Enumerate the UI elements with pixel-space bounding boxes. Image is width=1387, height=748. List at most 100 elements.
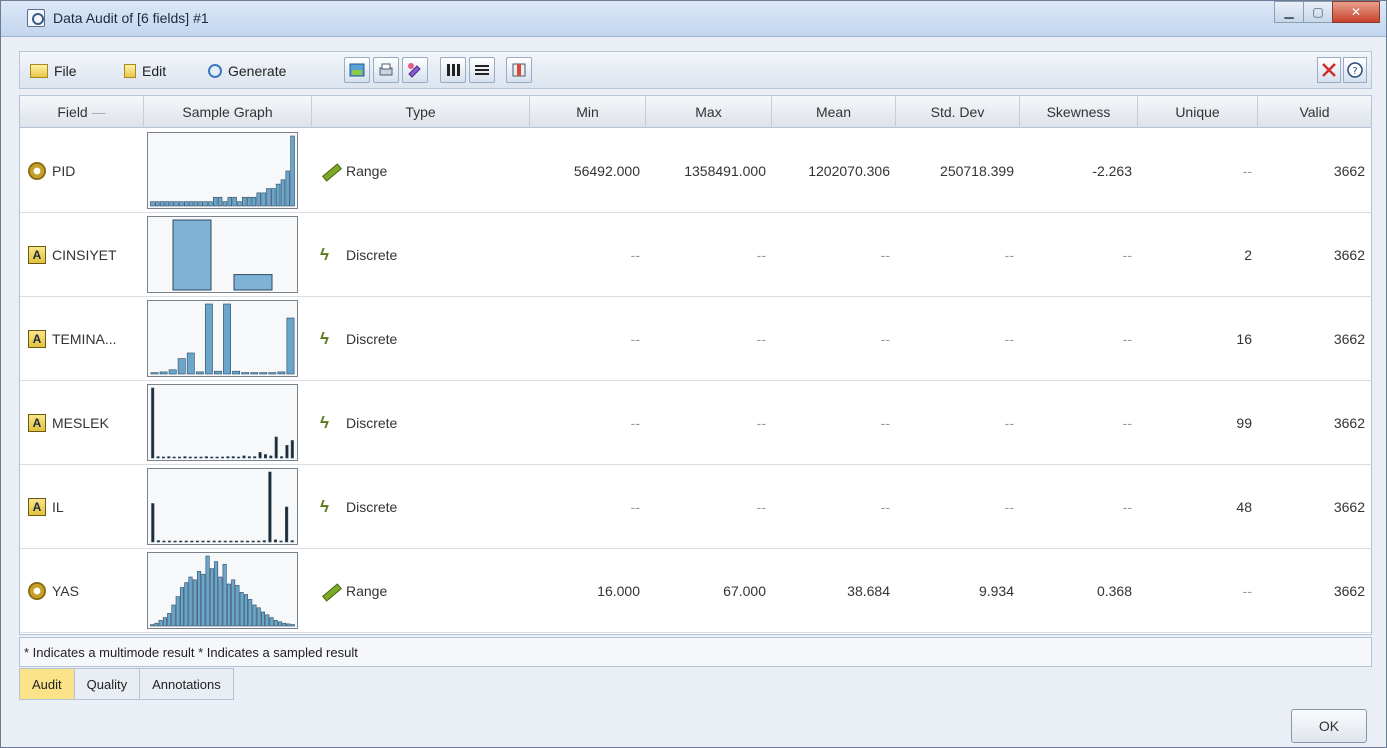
sample-graph-cell[interactable] xyxy=(144,297,312,381)
title-bar: Data Audit of [6 fields] #1 ▁ ▢ ✕ xyxy=(1,1,1386,37)
tab-audit[interactable]: Audit xyxy=(19,668,75,700)
graph-bar xyxy=(247,456,251,459)
skewness-cell: -2.263 xyxy=(1092,163,1132,179)
graph-bar xyxy=(203,201,208,207)
sample-graph-cell[interactable] xyxy=(144,465,312,549)
thumbnail-view-button[interactable] xyxy=(440,57,466,83)
graph-bar xyxy=(174,201,179,207)
sample-graph-chart xyxy=(151,471,294,543)
column-header-std-dev[interactable]: Std. Dev xyxy=(896,96,1020,128)
field-selector-button[interactable] xyxy=(506,57,532,83)
graph-bar xyxy=(201,540,205,543)
max-cell: -- xyxy=(756,415,766,431)
field-cell: A TEMINA... xyxy=(20,297,144,381)
sample-graph-thumbnail[interactable] xyxy=(147,468,298,545)
type-label: Discrete xyxy=(346,499,398,515)
type-label: Discrete xyxy=(346,331,398,347)
edit-icon xyxy=(124,64,136,78)
export-button[interactable] xyxy=(344,57,370,83)
continuous-field-icon xyxy=(28,582,46,600)
sample-graph-thumbnail[interactable] xyxy=(147,216,298,293)
valid-cell: 3662 xyxy=(1333,415,1365,431)
graph-bar xyxy=(179,201,184,207)
graph-bar xyxy=(252,604,257,627)
edit-menu-label: Edit xyxy=(142,63,167,79)
sample-graph-cell[interactable] xyxy=(144,549,312,633)
sample-graph-cell[interactable] xyxy=(144,381,312,465)
edit-graph-button[interactable] xyxy=(402,57,428,83)
graph-bar xyxy=(251,196,257,207)
column-header-min[interactable]: Min xyxy=(530,96,646,128)
graph-bar xyxy=(256,607,261,627)
table-row[interactable]: A IL ϟ Discrete -- -- -- -- -- 48 3662 xyxy=(20,465,1371,549)
edit-menu[interactable]: Edit xyxy=(124,60,166,82)
graph-bar xyxy=(265,614,270,627)
graph-bar xyxy=(179,540,183,543)
graph-bar xyxy=(212,540,216,543)
column-header-unique[interactable]: Unique xyxy=(1138,96,1258,128)
type-cell: Range xyxy=(312,549,530,633)
print-icon xyxy=(379,63,393,76)
graph-bar xyxy=(205,555,210,627)
sample-graph-thumbnail[interactable] xyxy=(147,384,298,461)
table-row[interactable]: A CINSIYET ϟ Discrete -- -- -- -- -- 2 3662 xyxy=(20,213,1371,297)
graph-bar xyxy=(198,201,203,207)
sample-graph-thumbnail[interactable] xyxy=(147,552,298,629)
graph-bar xyxy=(184,582,189,627)
table-row[interactable]: A TEMINA... ϟ Discrete -- -- -- -- -- 16 3662 xyxy=(20,297,1371,381)
graph-bar xyxy=(259,372,268,375)
column-header-max[interactable]: Max xyxy=(646,96,772,128)
tab-quality[interactable]: Quality xyxy=(74,668,141,700)
graph-bar xyxy=(151,387,155,459)
graph-bar xyxy=(158,620,163,627)
graph-bar xyxy=(269,617,274,627)
graph-bar xyxy=(271,188,276,207)
column-header-valid[interactable]: Valid xyxy=(1258,96,1371,128)
help-button[interactable]: ? xyxy=(1343,57,1367,83)
graph-bar xyxy=(179,587,184,627)
graph-bar xyxy=(246,540,250,543)
tab-annotations[interactable]: Annotations xyxy=(140,668,234,700)
graph-bar xyxy=(167,613,172,627)
field-name: IL xyxy=(52,499,64,515)
graph-bar xyxy=(213,196,218,207)
graph-bar xyxy=(223,540,227,543)
column-header-field-label: Field xyxy=(57,104,88,120)
sample-graph-thumbnail[interactable] xyxy=(147,300,298,377)
sample-graph-cell[interactable] xyxy=(144,129,312,213)
std-dev-cell: -- xyxy=(1004,247,1014,263)
graph-bar xyxy=(279,540,283,543)
graph-bar xyxy=(261,192,266,207)
list-view-button[interactable] xyxy=(469,57,495,83)
graph-bar xyxy=(278,621,283,627)
graph-bar xyxy=(241,372,250,375)
close-window-button[interactable]: ✕ xyxy=(1332,1,1380,23)
graph-bar xyxy=(231,456,235,459)
table-row[interactable]: YAS Range 16.000 67.000 38.684 9.934 0.368 -- 36… xyxy=(20,549,1371,633)
table-row[interactable]: A MESLEK ϟ Discrete -- -- -- -- -- 99 3662 xyxy=(20,381,1371,465)
field-cell: A CINSIYET xyxy=(20,213,144,297)
file-menu[interactable]: File xyxy=(30,60,77,82)
footnote-text: * Indicates a multimode result * Indicat… xyxy=(24,645,358,660)
print-button[interactable] xyxy=(373,57,399,83)
column-header-skewness[interactable]: Skewness xyxy=(1020,96,1138,128)
sample-graph-chart xyxy=(150,135,295,207)
generate-menu[interactable]: Generate xyxy=(208,60,286,82)
column-header-field[interactable]: Field — xyxy=(20,96,144,128)
sample-graph-thumbnail[interactable] xyxy=(147,132,298,209)
data-audit-window: Data Audit of [6 fields] #1 ▁ ▢ ✕ File E… xyxy=(0,0,1387,748)
field-cell: PID xyxy=(20,129,144,213)
minimize-button[interactable]: ▁ xyxy=(1274,1,1304,23)
min-cell: -- xyxy=(630,331,640,347)
delete-button[interactable] xyxy=(1317,57,1341,83)
maximize-button[interactable]: ▢ xyxy=(1303,1,1333,23)
graph-bar xyxy=(214,561,219,627)
graph-bar xyxy=(171,604,176,627)
column-header-mean[interactable]: Mean xyxy=(772,96,896,128)
column-header-sample-graph[interactable]: Sample Graph xyxy=(144,96,312,128)
ok-button[interactable]: OK xyxy=(1291,709,1367,743)
column-header-type[interactable]: Type xyxy=(312,96,530,128)
table-row[interactable]: PID Range 56492.000 1358491.000 1202070.306 2… xyxy=(20,129,1371,213)
min-cell: -- xyxy=(630,415,640,431)
sample-graph-cell[interactable] xyxy=(144,213,312,297)
